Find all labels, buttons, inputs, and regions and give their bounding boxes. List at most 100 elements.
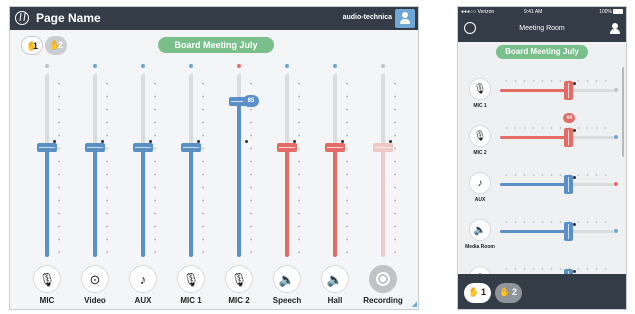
preset-label: 2 [511, 287, 517, 297]
app-header: Page Name audio-technica [10, 7, 418, 30]
channel-row: 🎙 MIC 1 [458, 78, 626, 118]
fader-level [500, 136, 569, 139]
fader-scale [346, 77, 348, 253]
channel-mute-button[interactable]: 🔈 [469, 219, 491, 241]
speaker-icon: 🔈 [278, 272, 296, 287]
channel-mute-button[interactable]: ⊙ [81, 265, 109, 293]
channel-mute-button[interactable]: 🎙 [225, 265, 253, 293]
fader-scale [58, 77, 60, 253]
speaker-icon: 🔈 [473, 225, 487, 236]
level-badge: 85 [243, 95, 259, 108]
preset-label: 1 [480, 287, 486, 297]
fader-level [237, 101, 241, 257]
channel-mute-button[interactable]: 🎙 [469, 125, 491, 147]
channel-strip: 🔈 Hall [315, 7, 355, 309]
signal-led [189, 64, 193, 68]
fader-knob[interactable] [564, 222, 574, 241]
channel-mute-button[interactable]: 🎙 [177, 265, 205, 293]
channel-strip: ⊙ Video [75, 7, 115, 309]
carrier-text: ●●●○○ Verizon [461, 9, 495, 15]
signal-led [285, 64, 289, 68]
hand-icon: ✋ [499, 287, 511, 297]
fader-scale [106, 77, 108, 253]
resize-handle-icon[interactable]: ◢ [401, 300, 417, 308]
fader-level [45, 147, 49, 257]
phone-view: ●●●○○ Verizon 9:41 AM 100% Meeting Room … [457, 6, 627, 310]
fader-level [141, 147, 145, 257]
channel-label: AUX [474, 197, 486, 203]
unity-marker [572, 270, 576, 273]
unity-marker [572, 82, 576, 85]
channel-strip: ♪ AUX [123, 7, 163, 309]
microphone-icon: 🎙 [230, 272, 248, 287]
signal-led [614, 88, 618, 92]
user-icon-body [610, 29, 620, 34]
signal-led [333, 64, 337, 68]
battery-percent: 100% [599, 9, 612, 15]
channel-mute-button[interactable]: ♪ [129, 265, 157, 293]
channel-strip: Recording [363, 7, 403, 309]
fader-level [500, 230, 569, 233]
unity-marker [572, 176, 576, 179]
fader-knob[interactable] [85, 143, 105, 153]
fader-knob[interactable] [564, 128, 574, 147]
signal-led [614, 229, 618, 233]
music-note-icon: ♪ [477, 178, 483, 189]
channel-row: ♪ AUX [458, 172, 626, 212]
signal-led [141, 64, 145, 68]
channel-mute-button[interactable]: ♪ [469, 172, 491, 194]
fader-knob[interactable] [181, 143, 201, 153]
fader-level [381, 147, 385, 257]
signal-led [614, 135, 618, 139]
record-button[interactable] [369, 265, 397, 293]
nav-bar: Meeting Room [458, 16, 626, 42]
fader-knob[interactable] [564, 175, 574, 194]
fader-level [285, 147, 289, 257]
fader-knob[interactable] [133, 143, 153, 153]
channel-mute-button[interactable]: 🔈 [273, 265, 301, 293]
channel-row: 🎙 MIC 2 64 [458, 113, 626, 165]
room-title: Meeting Room [519, 25, 565, 32]
fader-level [500, 89, 569, 92]
unity-marker [572, 223, 576, 226]
video-icon: ⊙ [89, 272, 101, 287]
signal-led [614, 182, 618, 186]
clock-text: 9:41 AM [524, 9, 543, 15]
signal-led [381, 64, 385, 68]
signal-led [237, 64, 241, 68]
record-icon-core [380, 276, 386, 282]
user-button[interactable] [610, 23, 620, 34]
battery-icon [613, 9, 623, 14]
fader-level [93, 147, 97, 257]
fader-scale [154, 77, 156, 253]
preset-2-button[interactable]: ✋ 2 [495, 283, 522, 303]
fader-knob[interactable] [325, 143, 345, 153]
fader-scale [394, 77, 396, 253]
scrollbar[interactable] [622, 67, 624, 157]
fader-knob[interactable] [373, 143, 393, 153]
level-badge: 64 [563, 113, 576, 123]
fader-knob[interactable] [277, 143, 297, 153]
fader-level [189, 147, 193, 257]
unity-marker [245, 139, 248, 143]
fader-scale [502, 174, 612, 176]
channel-mute-button[interactable]: 🔈 [321, 265, 349, 293]
channel-mute-button[interactable]: 🎙 [33, 265, 61, 293]
microphone-icon: 🎙 [182, 272, 200, 287]
preset-1-button[interactable]: ✋ 1 [464, 283, 491, 303]
channel-label: MIC 2 [473, 150, 487, 156]
channel-strip: 🎙 MIC 1 [171, 7, 211, 309]
fader-knob[interactable] [37, 143, 57, 153]
channel-mute-button[interactable]: 🎙 [469, 78, 491, 100]
signal-led [45, 64, 49, 68]
channel-label: MIC 1 [473, 103, 487, 109]
fader-scale [298, 77, 300, 253]
microphone-icon: 🎙 [38, 272, 56, 287]
status-bar: ●●●○○ Verizon 9:41 AM 100% [458, 7, 626, 16]
fader-knob[interactable] [564, 81, 574, 100]
channel-strip: 🔈 Speech [267, 7, 307, 309]
tablet-view: Page Name audio-technica ✋ 1 ✋ 2 Board M… [9, 6, 419, 310]
meeting-name-button[interactable]: Board Meeting July [496, 45, 588, 59]
music-note-icon: ♪ [139, 272, 147, 287]
hand-icon: ✋ [468, 287, 480, 297]
